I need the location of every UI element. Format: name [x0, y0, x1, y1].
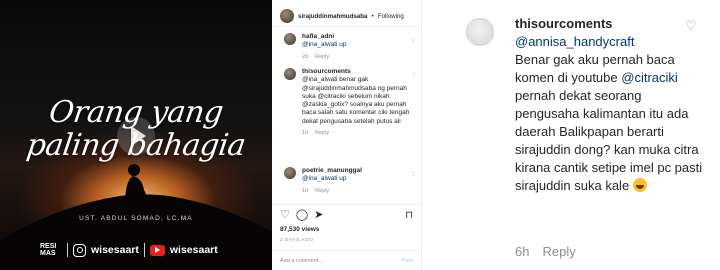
avatar[interactable] [466, 18, 494, 46]
post-time: 2 DAYS AGO [280, 238, 314, 243]
reply-button[interactable]: Reply [315, 53, 329, 61]
divider [272, 250, 421, 251]
divider [67, 243, 68, 257]
youtube-handle: wisesaart [169, 244, 218, 256]
video-player[interactable]: Orang yang paling bahagia UST. ABDUL SOM… [0, 0, 272, 270]
comment-text: @ina_alwati up [302, 175, 347, 183]
brand-logo: RESI MAS [40, 243, 57, 257]
comment-item: poetrie_manunggal @ina_alwati up 1d Reply… [284, 167, 416, 195]
comment-text: @ina_alwati up [302, 41, 347, 49]
video-credit: UST. ABDUL SOMAD, LC.MA [79, 215, 193, 222]
instagram-icon [73, 243, 86, 257]
comment-age: 2d [302, 53, 309, 60]
divider [143, 243, 145, 257]
youtube-icon [149, 244, 165, 256]
comment-icon[interactable]: ◯ [296, 210, 308, 221]
post-username[interactable]: sirajuddinmahmudsaba [298, 13, 367, 20]
bookmark-icon[interactable]: ⊓ [405, 210, 413, 221]
comment-username[interactable]: thisourcoments [515, 15, 705, 33]
post-header: sirajuddinmahmudsaba • Following [280, 9, 404, 23]
brand-bar: RESI MAS wisesaart wisesaart [40, 241, 218, 259]
view-count[interactable]: 87,530 views [280, 226, 319, 233]
avatar[interactable] [280, 9, 294, 23]
mention-link[interactable]: @citraciki [621, 70, 678, 85]
comment-text-part2: pernah dekat seorang pengusaha kalimanta… [515, 88, 703, 193]
avatar[interactable] [284, 33, 296, 45]
like-comment-icon[interactable]: ♡ [411, 72, 416, 80]
share-icon[interactable]: ➤ [314, 210, 323, 221]
comment-age: 6h [515, 244, 530, 259]
divider [272, 204, 421, 205]
post-panel: sirajuddinmahmudsaba • Following hafla_a… [272, 0, 422, 270]
comment-username[interactable]: thisourcoments [302, 68, 351, 75]
add-comment-input[interactable]: Add a comment... [280, 258, 323, 264]
emoji-icon [632, 178, 647, 192]
like-comment-icon[interactable]: ♡ [411, 37, 416, 45]
comment-age: 1d [302, 187, 309, 194]
separator-dot: • [371, 12, 374, 20]
reply-button[interactable]: Reply [315, 129, 329, 137]
zoomed-comment: thisourcoments @annisa_handycraft Benar … [422, 0, 720, 270]
action-bar: ♡ ◯ ➤ [280, 210, 323, 221]
instagram-handle: wisesaart [91, 244, 139, 256]
comment-username[interactable]: poetrie_manunggal [302, 167, 362, 174]
following-button[interactable]: Following [378, 13, 404, 20]
comment-age: 1d [302, 130, 309, 137]
avatar[interactable] [284, 167, 296, 179]
comment-username[interactable]: hafla_adni [302, 33, 334, 40]
play-icon[interactable] [117, 117, 155, 155]
heart-icon[interactable]: ♡ [280, 210, 290, 221]
reply-button[interactable]: Reply [315, 187, 329, 195]
mention-link[interactable]: @annisa_handycraft [515, 34, 634, 49]
like-comment-icon[interactable]: ♡ [411, 171, 416, 179]
divider [272, 26, 421, 27]
post-button[interactable]: Post [401, 258, 413, 264]
avatar[interactable] [284, 68, 296, 80]
heart-icon[interactable]: ♡ [685, 18, 697, 34]
comment-meta: 6h Reply [515, 244, 576, 259]
comment-item: thisourcoments @ina_alwati benar gak @si… [284, 68, 416, 137]
comment-text: @ina_alwati benar gak @sirajuddinmahmuds… [302, 76, 410, 125]
reply-button[interactable]: Reply [542, 244, 575, 259]
comment-body: thisourcoments @annisa_handycraft Benar … [515, 15, 705, 195]
comment-item: hafla_adni @ina_alwati up 2d Reply ♡ [284, 33, 416, 61]
sitting-person-silhouette [125, 164, 148, 200]
